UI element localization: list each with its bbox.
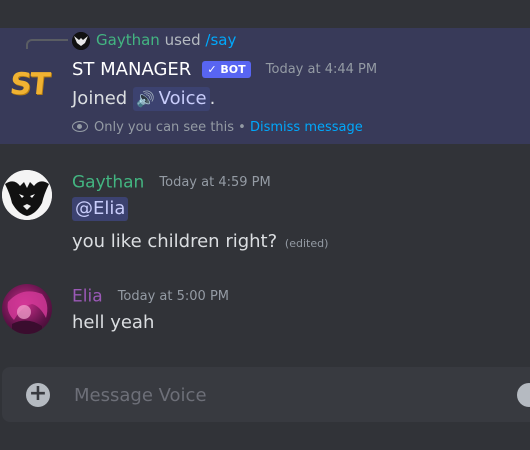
reply-verb: used — [164, 31, 201, 49]
avatar[interactable] — [2, 170, 52, 220]
dismiss-message-link[interactable]: Dismiss message — [250, 120, 363, 135]
ephemeral-message: Gaythan used /say ST ST MANAGER ✓ BOT To… — [0, 28, 530, 144]
joined-prefix: Joined — [72, 88, 128, 109]
message-text: you like children right? — [72, 231, 278, 252]
message-content: hell yeah — [72, 312, 154, 333]
user-mention[interactable]: @Elia — [72, 197, 129, 221]
bot-timestamp[interactable]: Today at 4:44 PM — [266, 62, 377, 77]
chat-view: Gaythan used /say ST ST MANAGER ✓ BOT To… — [0, 0, 530, 450]
message-input[interactable] — [72, 379, 506, 411]
bot-badge: ✓ BOT — [202, 61, 251, 78]
bot-name[interactable]: ST MANAGER — [72, 59, 191, 80]
bot-message-content: Joined 🔊 Voice. — [72, 87, 215, 111]
ephemeral-note: Only you can see this • Dismiss message — [72, 120, 363, 135]
avatar[interactable] — [2, 284, 52, 334]
channel-mention[interactable]: 🔊 Voice — [132, 87, 210, 111]
eye-icon — [72, 121, 88, 132]
message-timestamp[interactable]: Today at 5:00 PM — [118, 289, 229, 304]
message-text: hell yeah — [72, 312, 155, 333]
reply-connector — [26, 39, 68, 49]
joined-suffix: . — [209, 88, 216, 109]
emoji-icon[interactable] — [517, 383, 530, 407]
message-author[interactable]: Gaythan — [72, 173, 144, 193]
message-content: you like children right? (edited) — [72, 231, 328, 252]
edited-label: (edited) — [284, 237, 329, 250]
speaker-icon: 🔊 — [135, 90, 155, 108]
reply-command[interactable]: /say — [205, 31, 236, 49]
message-author[interactable]: Elia — [72, 287, 103, 307]
channel-mention-label: Voice — [158, 88, 207, 109]
bot-avatar[interactable]: ST — [8, 66, 50, 104]
reply-author[interactable]: Gaythan — [96, 31, 160, 49]
ephemeral-note-text: Only you can see this • — [94, 120, 246, 135]
add-attachment-icon[interactable]: + — [26, 383, 50, 407]
message-header: Elia Today at 5:00 PM — [72, 286, 229, 307]
message-timestamp[interactable]: Today at 4:59 PM — [159, 175, 270, 190]
reply-author-avatar[interactable] — [72, 32, 90, 50]
message-composer: + — [2, 367, 530, 422]
message-header: Gaythan Today at 4:59 PM — [72, 172, 271, 193]
bot-message-header: ST MANAGER ✓ BOT Today at 4:44 PM — [72, 59, 377, 80]
reply-context[interactable]: Gaythan used /say — [96, 31, 236, 49]
